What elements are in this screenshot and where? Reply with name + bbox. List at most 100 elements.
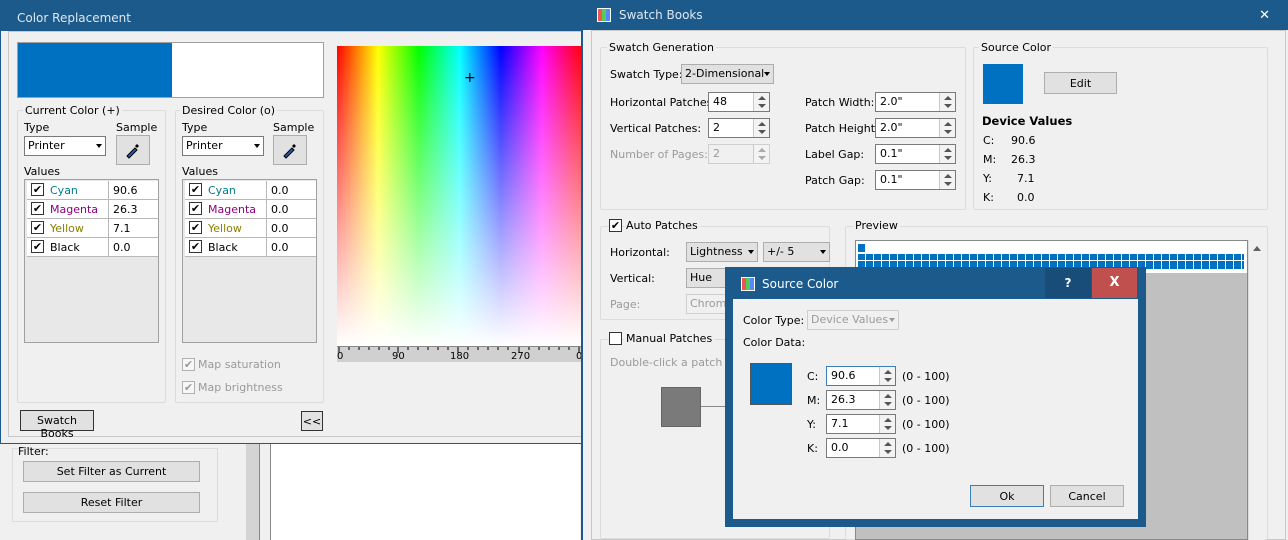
current-color-swatch xyxy=(18,43,172,97)
close-icon[interactable]: ✕ xyxy=(1259,8,1270,23)
device-values-label: Device Values xyxy=(982,114,1073,128)
current-type-select[interactable]: Printer xyxy=(24,136,106,156)
k-value-stepper[interactable]: 0.0 xyxy=(826,438,896,458)
page-label: Page: xyxy=(610,298,641,311)
channel-value[interactable]: 0.0 xyxy=(267,238,316,256)
patch-height-label: Patch Height: xyxy=(805,122,879,135)
horizontal-mode-select[interactable]: Lightness xyxy=(686,242,758,262)
m-value-stepper[interactable]: 26.3 xyxy=(826,390,896,410)
c-value: 90.6 xyxy=(831,369,856,382)
table-row: ✔ Cyan 0.0 xyxy=(185,181,316,200)
swatch-books-app-icon xyxy=(597,8,611,22)
collapse-button[interactable]: << xyxy=(301,411,323,431)
horizontal-patches-label: Horizontal Patches: xyxy=(610,96,717,109)
manual-patches-checkbox[interactable] xyxy=(609,332,622,345)
device-value-key: C: xyxy=(983,134,995,147)
channel-value[interactable]: 0.0 xyxy=(267,219,316,237)
desired-type-value: Printer xyxy=(186,139,223,152)
swatch-books-button[interactable]: Swatch Books xyxy=(20,410,94,440)
channel-name: Yellow xyxy=(185,219,267,237)
table-row: ✔ Black 0.0 xyxy=(185,238,316,257)
number-of-pages-value: 2 xyxy=(713,147,720,160)
m-value: 26.3 xyxy=(831,393,856,406)
patch-height-value: 2.0" xyxy=(880,121,903,134)
current-type-label: Type xyxy=(24,121,50,134)
eyedropper-icon xyxy=(283,144,296,159)
cmyk-key: M: xyxy=(807,394,821,407)
color-replacement-window: Color Replacement Current Color (+) Type… xyxy=(0,0,583,444)
patch-width-stepper[interactable]: 2.0" xyxy=(875,92,956,112)
number-of-pages-stepper[interactable]: 2 xyxy=(708,144,770,164)
range-hint: (0 - 100) xyxy=(902,442,950,455)
scroll-up-icon[interactable] xyxy=(1253,246,1261,251)
channel-name: Yellow xyxy=(27,219,109,237)
channel-value[interactable]: 90.6 xyxy=(109,181,158,199)
desired-color-label: Desired Color (o) xyxy=(180,104,278,117)
horizontal-mode-value: Lightness xyxy=(690,245,743,258)
swatch-type-label: Swatch Type: xyxy=(610,68,683,81)
vertical-patches-stepper[interactable]: 2 xyxy=(708,118,770,138)
desired-type-select[interactable]: Printer xyxy=(182,136,264,156)
filter-label: Filter: xyxy=(18,445,49,458)
hue-tick-label: 270 xyxy=(511,351,531,362)
horizontal-label: Horizontal: xyxy=(610,246,670,259)
table-row: ✔ Cyan 90.6 xyxy=(27,181,158,200)
auto-patches-label: Auto Patches xyxy=(624,219,700,232)
map-saturation-checkbox[interactable]: ✔ xyxy=(182,358,195,371)
channel-name: Black xyxy=(27,238,109,256)
channel-value[interactable]: 7.1 xyxy=(109,219,158,237)
cmyk-key: K: xyxy=(807,442,818,455)
channel-value[interactable]: 0.0 xyxy=(109,238,158,256)
current-values-label: Values xyxy=(24,165,60,178)
auto-patches-checkbox[interactable]: ✔ xyxy=(609,219,622,232)
c-value-stepper[interactable]: 90.6 xyxy=(826,366,896,386)
horizontal-patches-stepper[interactable]: 48 xyxy=(708,92,770,112)
cancel-button[interactable]: Cancel xyxy=(1050,485,1124,507)
preview-scrollbar[interactable] xyxy=(1248,240,1265,540)
device-value-key: K: xyxy=(983,191,994,204)
color-replacement-title-bar: Color Replacement xyxy=(1,1,581,31)
swatch-type-select[interactable]: 2-Dimensional xyxy=(681,64,774,84)
close-icon: X xyxy=(1109,275,1120,290)
desired-values-table: ✔ Cyan 0.0 ✔ Magenta 0.0 ✔ Yellow 0.0 ✔ … xyxy=(182,179,317,343)
horizontal-step-select[interactable]: +/- 5 xyxy=(763,242,830,262)
canvas-area[interactable] xyxy=(270,440,580,540)
horizontal-patches-value: 48 xyxy=(713,95,727,108)
range-hint: (0 - 100) xyxy=(902,394,950,407)
manual-patch[interactable] xyxy=(661,387,701,427)
vertical-mode-value: Hue xyxy=(690,271,713,284)
reset-filter-button[interactable]: Reset Filter xyxy=(23,492,200,513)
swatch-books-title: Swatch Books xyxy=(619,8,703,22)
desired-sample-eyedropper-button[interactable] xyxy=(273,135,307,165)
color-type-label: Color Type: xyxy=(743,314,805,327)
hue-spectrum-picker[interactable]: + xyxy=(337,46,583,346)
current-sample-eyedropper-button[interactable] xyxy=(116,135,150,165)
ok-button[interactable]: Ok xyxy=(970,485,1044,507)
table-row: ✔ Yellow 7.1 xyxy=(27,219,158,238)
map-brightness-checkbox[interactable]: ✔ xyxy=(182,381,195,394)
y-value: 7.1 xyxy=(831,417,849,430)
help-button[interactable]: ? xyxy=(1045,268,1091,298)
edit-source-color-button[interactable]: Edit xyxy=(1044,72,1117,94)
color-type-select[interactable]: Device Values xyxy=(807,310,899,330)
close-button[interactable]: X xyxy=(1092,268,1137,298)
eyedropper-icon xyxy=(126,144,139,159)
label-gap-stepper[interactable]: 0.1" xyxy=(875,144,956,164)
patch-gap-label: Patch Gap: xyxy=(805,174,865,187)
device-value: 7.1 xyxy=(1017,172,1035,185)
channel-value[interactable]: 26.3 xyxy=(109,200,158,218)
desired-type-label: Type xyxy=(182,121,208,134)
cmyk-key: Y: xyxy=(807,418,816,431)
patch-gap-stepper[interactable]: 0.1" xyxy=(875,170,956,190)
y-value-stepper[interactable]: 7.1 xyxy=(826,414,896,434)
dialog-title: Source Color xyxy=(762,277,839,291)
color-type-value: Device Values xyxy=(811,313,889,326)
preview-selected-patch xyxy=(858,244,865,252)
swatch-generation-label: Swatch Generation xyxy=(607,41,716,54)
channel-value[interactable]: 0.0 xyxy=(267,200,316,218)
device-value: 0.0 xyxy=(1017,191,1035,204)
patch-height-stepper[interactable]: 2.0" xyxy=(875,118,956,138)
background-panel: Filter: Set Filter as Current Reset Filt… xyxy=(0,440,580,540)
channel-value[interactable]: 0.0 xyxy=(267,181,316,199)
set-filter-button[interactable]: Set Filter as Current xyxy=(23,461,200,482)
